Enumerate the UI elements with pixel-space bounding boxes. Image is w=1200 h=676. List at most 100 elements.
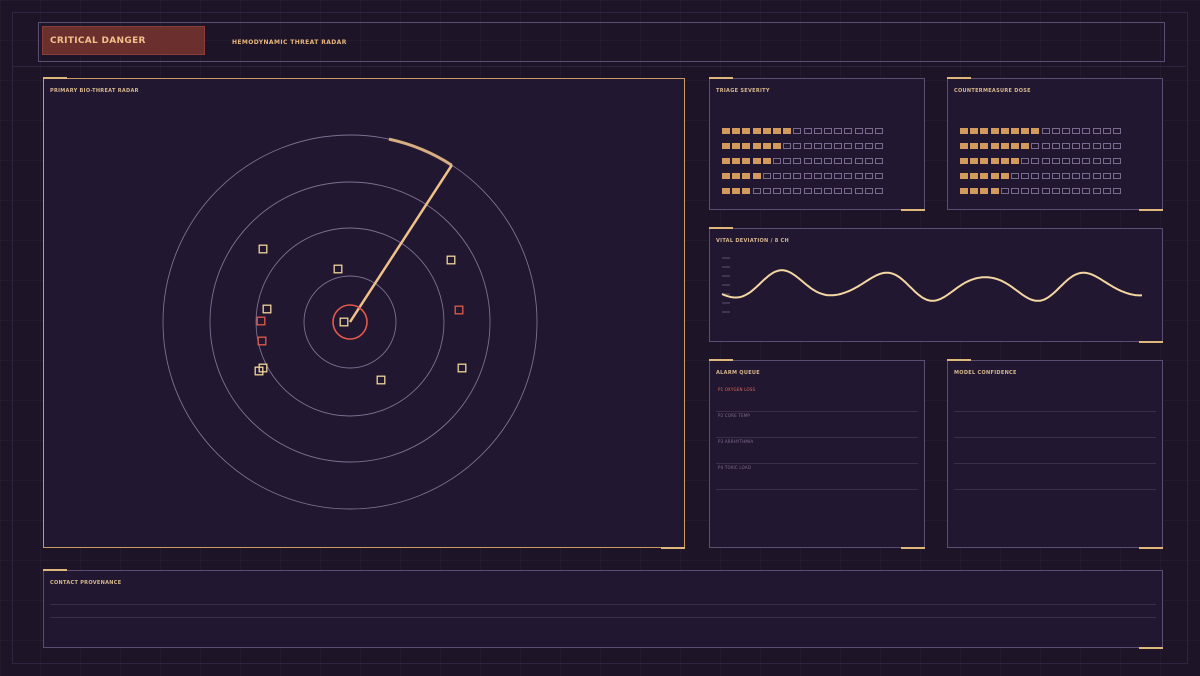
dose-cell-filled	[990, 143, 999, 149]
dose-cell-empty	[1062, 128, 1070, 134]
alarm-item-label: P2 CORE TEMP	[718, 413, 750, 418]
triage-cell-empty	[803, 158, 812, 164]
corner-accent	[1139, 209, 1163, 211]
triage-cell-empty	[864, 158, 873, 164]
hostile-blip	[256, 316, 266, 326]
radar-display[interactable]	[44, 79, 686, 549]
triage-cell-empty	[824, 128, 832, 134]
triage-cell-empty	[844, 143, 853, 149]
dose-cell-empty	[1062, 158, 1070, 164]
confidence-row	[954, 463, 1156, 490]
contact-blip	[333, 264, 343, 274]
triage-cell-filled	[773, 143, 781, 149]
dose-cell-empty	[1082, 143, 1091, 149]
triage-cell-empty	[793, 188, 802, 194]
dose-cell-filled	[980, 143, 989, 149]
triage-cell-empty	[752, 188, 761, 194]
countermeasure-title: COUNTERMEASURE DOSE	[954, 88, 1031, 94]
corner-accent	[901, 547, 925, 549]
contact-blip	[457, 363, 467, 373]
provenance-row	[50, 617, 1156, 630]
triage-cell-empty	[864, 143, 873, 149]
dashboard: CRITICAL DANGER HEMODYNAMIC THREAT RADAR…	[0, 0, 1200, 676]
contact-blip	[262, 304, 272, 314]
triage-cell-empty	[773, 173, 781, 179]
triage-cell-empty	[793, 143, 802, 149]
vital-deviation-chart[interactable]	[710, 229, 1164, 343]
triage-cell-empty	[834, 188, 843, 194]
triage-cell-empty	[793, 158, 802, 164]
dose-cell-empty	[1072, 128, 1081, 134]
triage-cell-filled	[752, 128, 761, 134]
dose-cell-empty	[1041, 128, 1050, 134]
triage-cell-filled	[762, 158, 771, 164]
triage-cell-empty	[844, 173, 853, 179]
triage-cell-filled	[752, 158, 761, 164]
dose-cell-empty	[1092, 173, 1101, 179]
dose-cell-empty	[1082, 128, 1091, 134]
dose-cell-empty	[1092, 128, 1101, 134]
dose-cell-empty	[1062, 173, 1070, 179]
dose-cell-empty	[1021, 173, 1030, 179]
dose-cell-filled	[1021, 128, 1030, 134]
confidence-row	[954, 437, 1156, 464]
triage-cell-filled	[752, 143, 761, 149]
dose-cell-empty	[1031, 143, 1040, 149]
triage-cell-empty	[773, 158, 781, 164]
dose-cell-empty	[1113, 143, 1121, 149]
dose-cell-filled	[1000, 128, 1009, 134]
triage-cell-empty	[824, 143, 832, 149]
corner-accent	[1139, 647, 1163, 649]
dose-cell-empty	[1082, 188, 1091, 194]
triage-cell-empty	[834, 158, 843, 164]
triage-cell-empty	[875, 158, 883, 164]
alarm-item-label: P3 ARRHYTHMIA	[718, 439, 754, 444]
triage-cell-filled	[762, 143, 771, 149]
dose-cell-filled	[990, 128, 999, 134]
dose-cell-filled	[1021, 143, 1030, 149]
dose-cell-empty	[1062, 188, 1070, 194]
danger-badge[interactable]: CRITICAL DANGER	[42, 26, 205, 55]
triage-cell-empty	[864, 173, 873, 179]
dose-cell-empty	[1102, 188, 1111, 194]
triage-cell-empty	[834, 173, 843, 179]
header-divider	[12, 66, 1186, 67]
dose-cell-empty	[1072, 158, 1081, 164]
triage-cell-empty	[813, 188, 822, 194]
triage-cell-empty	[813, 143, 822, 149]
dose-cell-empty	[1113, 128, 1121, 134]
dose-cell-empty	[1041, 143, 1050, 149]
alarm-item[interactable]: P2 CORE TEMP	[716, 411, 918, 438]
dose-cell-empty	[1102, 128, 1111, 134]
alarm-item-label: P1 OXYGEN LOSS	[718, 387, 756, 392]
contact-blip	[339, 317, 349, 327]
triage-cell-filled	[732, 173, 741, 179]
alarm-item[interactable]: P3 ARRHYTHMIA	[716, 437, 918, 464]
dose-cell-empty	[1113, 173, 1121, 179]
provenance-row	[50, 604, 1156, 618]
dose-cell-empty	[1102, 158, 1111, 164]
triage-cell-empty	[854, 143, 863, 149]
triage-cell-empty	[875, 143, 883, 149]
dose-cell-empty	[1051, 128, 1060, 134]
dose-cell-filled	[1000, 158, 1009, 164]
alarm-item[interactable]: P4 TOXIC LOAD	[716, 463, 918, 490]
triage-cell-filled	[742, 173, 751, 179]
dose-cell-empty	[1041, 173, 1050, 179]
triage-cell-empty	[844, 158, 853, 164]
danger-badge-label: CRITICAL DANGER	[50, 36, 146, 46]
dose-cell-empty	[1092, 143, 1101, 149]
alarm-item[interactable]: P1 OXYGEN LOSS	[716, 385, 918, 412]
dose-cell-empty	[1051, 158, 1060, 164]
dose-cell-filled	[970, 143, 979, 149]
triage-title: TRIAGE SEVERITY	[716, 88, 770, 94]
triage-cell-empty	[854, 158, 863, 164]
dose-cell-empty	[1062, 143, 1070, 149]
triage-cell-empty	[854, 173, 863, 179]
dose-cell-empty	[1031, 188, 1040, 194]
triage-cell-filled	[732, 158, 741, 164]
provenance-row	[50, 591, 1156, 605]
triage-cell-empty	[773, 188, 781, 194]
triage-cell-empty	[864, 128, 873, 134]
dose-cell-filled	[960, 188, 968, 194]
